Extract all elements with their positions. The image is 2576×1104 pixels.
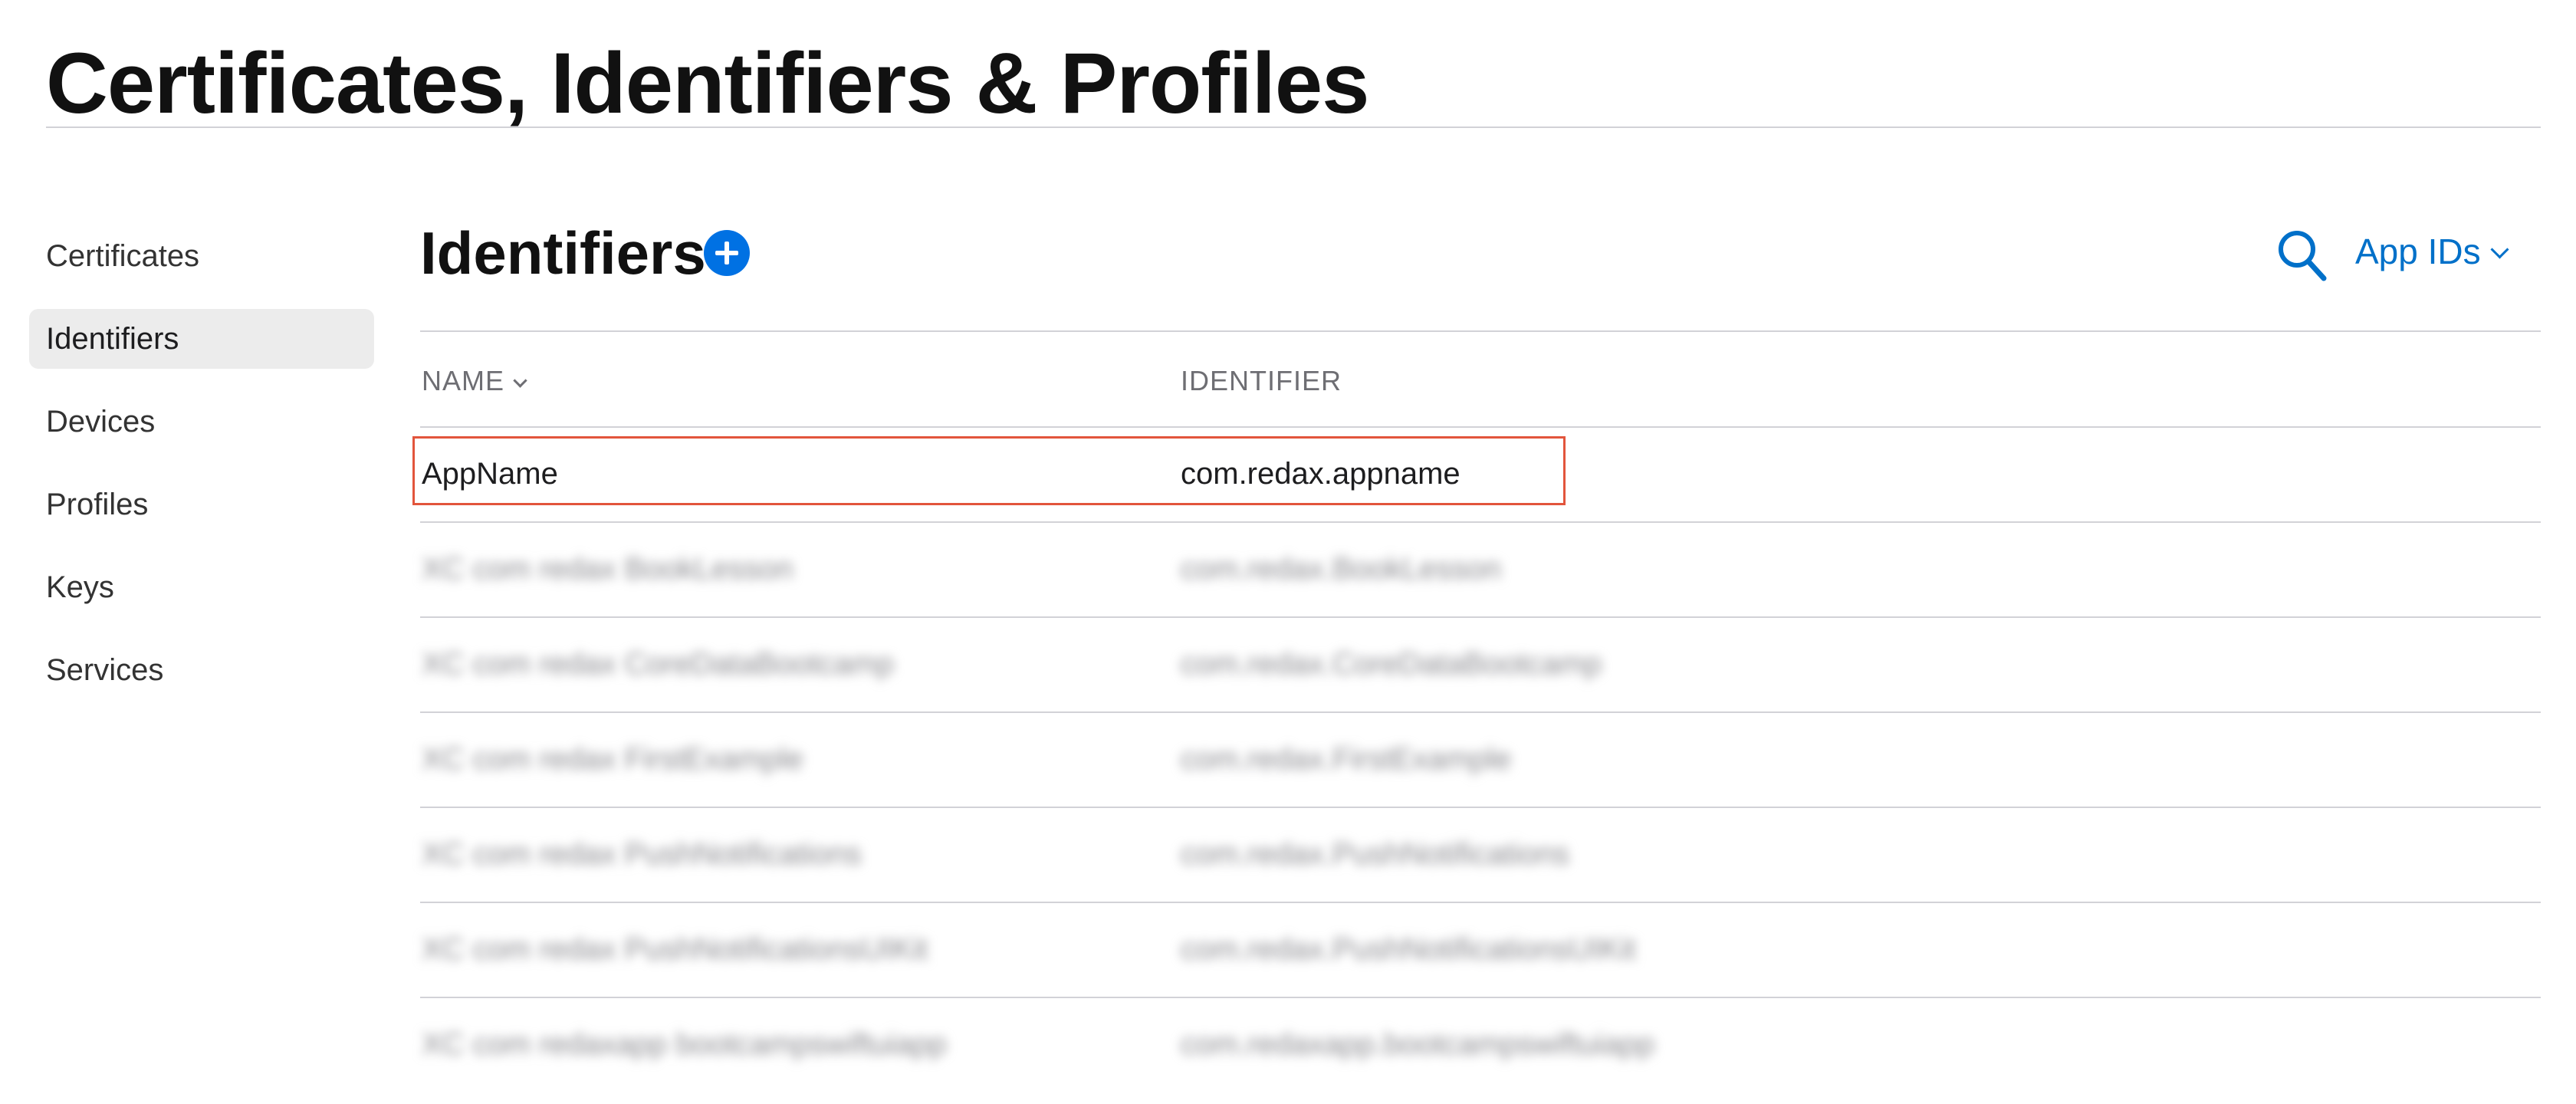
sidebar-item-identifiers[interactable]: Identifiers (29, 309, 374, 369)
table-row[interactable]: XC com redax PushNotificationsUIKit com.… (420, 902, 2541, 997)
section-title: Identifiers (420, 219, 706, 287)
row-identifier: com.redax.FirstExample (1181, 742, 1512, 776)
table-row[interactable]: XC com redax FirstExample com.redax.Firs… (420, 711, 2541, 807)
sidebar-item-services[interactable]: Services (29, 640, 374, 700)
row-name: XC com redax PushNotifications (422, 837, 862, 871)
table-row[interactable]: XC com redax CoreDataBootcamp com.redax.… (420, 616, 2541, 711)
search-icon (2279, 231, 2327, 281)
sidebar: Certificates Identifiers Devices Profile… (29, 226, 374, 723)
row-name: XC com redax CoreDataBootcamp (422, 647, 894, 681)
table-header: NAME IDENTIFIER (420, 350, 2541, 426)
identifiers-table: AppName com.redax.appname XC com redax B… (420, 426, 2541, 1092)
row-identifier: com.redax.PushNotifications (1181, 837, 1569, 871)
table-row[interactable]: XC com redax PushNotifications com.redax… (420, 807, 2541, 902)
row-identifier: com.redax.CoreDataBootcamp (1181, 647, 1602, 681)
search-button[interactable] (2277, 228, 2328, 282)
sidebar-item-certificates[interactable]: Certificates (29, 226, 374, 286)
row-identifier: com.redax.PushNotificationsUIKit (1181, 932, 1636, 966)
row-name: XC com redax FirstExample (422, 742, 803, 776)
row-name: XC com redax PushNotificationsUIKit (422, 932, 928, 966)
row-identifier: com.redax.appname (1181, 457, 1460, 491)
title-divider (46, 127, 2541, 128)
filter-dropdown[interactable]: App IDs (2355, 227, 2509, 276)
header-divider (420, 330, 2541, 332)
page: Certificates, Identifiers & Profiles Cer… (0, 0, 2576, 1104)
sidebar-item-profiles[interactable]: Profiles (29, 475, 374, 534)
table-row[interactable]: AppName com.redax.appname (420, 426, 2541, 521)
add-identifier-button[interactable] (704, 230, 750, 276)
sort-chevron-icon (513, 373, 527, 388)
row-name: XC com redaxapp bootcampswiftuiapp (422, 1027, 947, 1061)
column-header-name-label: NAME (422, 365, 505, 396)
column-header-identifier: IDENTIFIER (1181, 365, 1342, 396)
column-header-name[interactable]: NAME (422, 350, 527, 412)
sidebar-item-devices[interactable]: Devices (29, 392, 374, 452)
page-title: Certificates, Identifiers & Profiles (46, 35, 1369, 131)
chevron-down-icon (2490, 240, 2509, 259)
sidebar-item-keys[interactable]: Keys (29, 557, 374, 617)
row-identifier: com.redaxapp.bootcampswiftuiapp (1181, 1027, 1655, 1061)
row-name: XC com redax BookLesson (422, 552, 794, 586)
table-row[interactable]: XC com redax BookLesson com.redax.BookLe… (420, 521, 2541, 616)
filter-label: App IDs (2355, 232, 2481, 271)
row-identifier: com.redax.BookLesson (1181, 552, 1502, 586)
table-row[interactable]: XC com redaxapp bootcampswiftuiapp com.r… (420, 997, 2541, 1092)
row-name: AppName (422, 457, 558, 491)
